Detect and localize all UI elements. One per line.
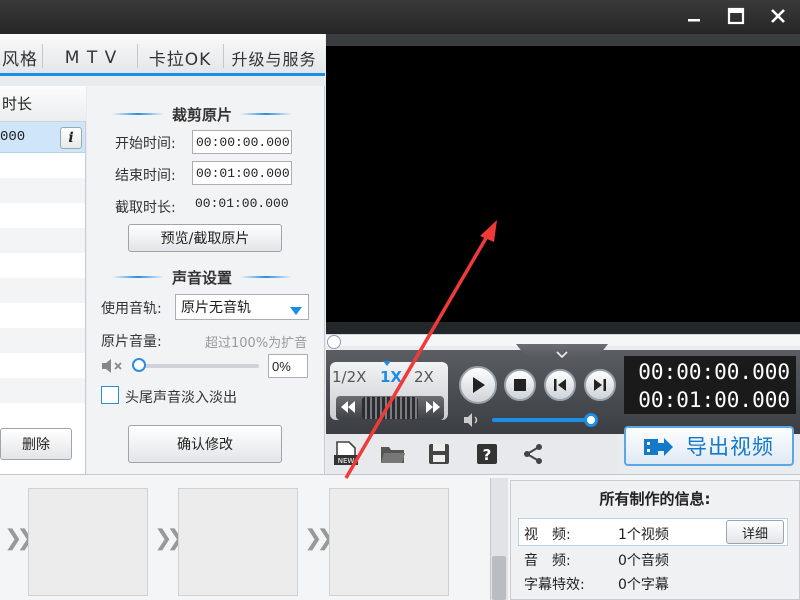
volume-slider[interactable] [133, 364, 259, 368]
list-header: 时长 [0, 86, 86, 122]
info-icon[interactable]: i [60, 127, 82, 149]
speaker-icon[interactable] [462, 412, 484, 432]
svg-text:NEW: NEW [338, 457, 355, 465]
storyboard-slot[interactable] [28, 488, 148, 596]
time-display: 00:00:00.000 00:01:00.000 [624, 356, 796, 414]
preview-top-bar [326, 34, 800, 46]
volume-hint: 超过100%为扩音 [205, 336, 308, 351]
speed-double[interactable]: 2X [414, 368, 434, 386]
arrow-right-icon: ❯❯ [304, 526, 335, 551]
arrow-right-icon: ❯❯ [4, 526, 35, 551]
list-row-empty [0, 328, 85, 353]
list-row-empty [0, 278, 85, 303]
storyboard-slot[interactable] [329, 488, 449, 596]
audio-section-title: 声音设置 [104, 267, 300, 287]
track-select[interactable]: 原片无音轨 [175, 294, 309, 320]
end-time-label: 结束时间: [115, 168, 176, 184]
duration-value: 00:01:00.000 [195, 196, 289, 211]
rewind-icon[interactable] [340, 400, 356, 418]
track-select-value: 原片无音轨 [181, 300, 251, 316]
file-toolbar [326, 434, 618, 474]
volume-slider-knob[interactable] [132, 358, 146, 372]
tab-divider [42, 44, 43, 68]
crop-section-title: 裁剪原片 [104, 104, 300, 124]
preview-crop-button[interactable]: 预览/截取原片 [128, 224, 282, 252]
volume-label: 原片音量: [101, 334, 162, 350]
chevron-down-icon [290, 303, 302, 319]
list-row-empty [0, 228, 85, 253]
info-subtitle-value: 0个字幕 [618, 577, 669, 593]
export-icon [644, 437, 674, 462]
jog-wheel[interactable] [362, 397, 418, 419]
tab-karaoke[interactable]: 卡拉OK [140, 38, 220, 77]
detail-button[interactable]: 详细 [726, 520, 784, 544]
tab-upgrade-service[interactable]: 升级与服务 [226, 38, 322, 77]
open-folder-icon[interactable] [380, 441, 406, 467]
player-volume-knob[interactable] [584, 413, 598, 427]
info-audio-value: 0个音频 [618, 553, 669, 569]
info-video-value: 1个视频 [618, 527, 669, 543]
info-title: 所有制作的信息: [599, 490, 711, 508]
new-project-icon[interactable]: NEW [333, 441, 359, 467]
fade-label: 头尾声音淡入淡出 [125, 390, 237, 406]
export-video-button[interactable]: 导出视频 [624, 426, 794, 466]
current-time: 00:00:00.000 [638, 360, 790, 384]
fade-checkbox[interactable] [101, 386, 119, 404]
chevron-down-icon[interactable] [556, 347, 568, 363]
arrow-right-icon: ❯❯ [154, 526, 185, 551]
close-icon[interactable] [764, 2, 792, 30]
share-icon[interactable] [520, 441, 546, 467]
preview-bottom-bar [326, 322, 800, 334]
info-audio-label: 音 频: [524, 553, 571, 569]
fast-forward-icon[interactable] [425, 400, 441, 418]
confirm-button[interactable]: 确认修改 [128, 425, 282, 463]
scrollbar-thumb[interactable] [492, 556, 506, 600]
speed-normal[interactable]: 1X [380, 368, 402, 386]
list-row-empty [0, 178, 85, 203]
info-video-label: 视 频: [524, 527, 571, 543]
volume-percent-field[interactable]: 0% [268, 354, 308, 378]
export-video-label: 导出视频 [686, 435, 774, 459]
svg-text:?: ? [483, 446, 492, 464]
track-label: 使用音轨: [101, 301, 162, 317]
next-frame-button[interactable] [584, 369, 616, 401]
tab-mtv[interactable]: M T V [48, 38, 134, 77]
storyboard-slot[interactable] [178, 488, 298, 596]
clip-duration: 000 [0, 129, 26, 145]
duration-label: 截取时长: [115, 200, 176, 216]
save-icon[interactable] [426, 441, 452, 467]
speed-half[interactable]: 1/2X [332, 368, 366, 386]
progress-knob[interactable] [327, 335, 341, 349]
info-subtitle-label: 字幕特效: [524, 577, 585, 593]
play-button[interactable] [459, 366, 497, 404]
total-time: 00:01:00.000 [638, 388, 790, 412]
speed-marker [383, 361, 391, 366]
tab-divider [137, 44, 138, 68]
player-volume-slider[interactable] [492, 418, 596, 422]
minimize-icon[interactable] [680, 2, 708, 30]
help-icon[interactable]: ? [474, 441, 500, 467]
end-time-field[interactable]: 00:01:00.000 [192, 161, 292, 185]
start-time-label: 开始时间: [115, 136, 176, 152]
clip-list-panel: 时长 000 i 删除 [0, 86, 86, 474]
mute-icon[interactable] [100, 357, 126, 379]
tab-style[interactable]: 风格 [0, 38, 40, 77]
tab-divider [223, 44, 224, 68]
start-time-field[interactable]: 00:00:00.000 [192, 130, 292, 154]
previous-frame-button[interactable] [544, 369, 576, 401]
list-row-empty [0, 378, 85, 403]
maximize-icon[interactable] [722, 2, 750, 30]
delete-button[interactable]: 删除 [0, 428, 72, 460]
video-preview [326, 46, 800, 322]
stop-button[interactable] [504, 369, 536, 401]
